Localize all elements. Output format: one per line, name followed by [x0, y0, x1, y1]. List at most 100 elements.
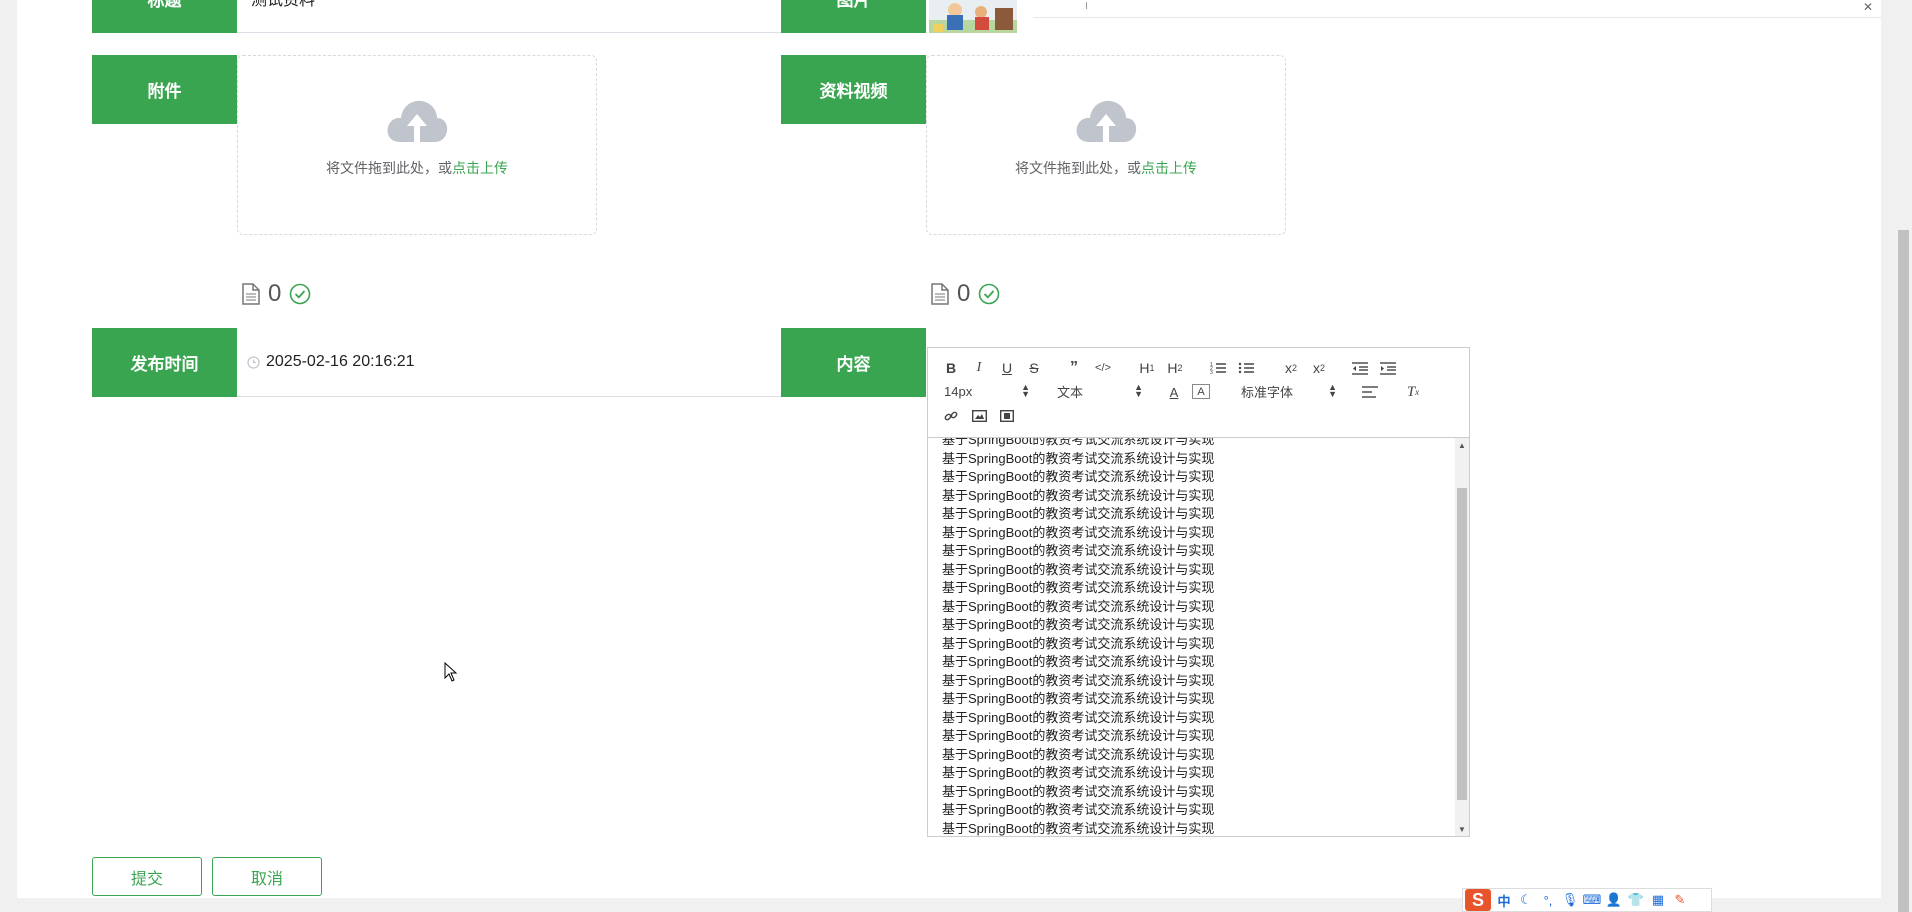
rich-text-editor[interactable]: B I U S ” </> H1 H2 123 x2 x2 14px ▲ ▼ 文本… — [927, 347, 1470, 837]
editor-line: 基于SpringBoot的教资考试交流系统设计与实现 — [942, 617, 1215, 632]
bold-button[interactable]: B — [942, 358, 960, 378]
publish-time-value: 2025-02-16 20:16:21 — [266, 353, 415, 370]
clear-format-button[interactable]: Tx — [1403, 382, 1423, 402]
header2-button[interactable]: H2 — [1164, 358, 1186, 378]
editor-line: 基于SpringBoot的教资考试交流系统设计与实现 — [942, 561, 1215, 577]
upload-cloud-icon — [387, 100, 448, 142]
editor-line: 基于SpringBoot的教资考试交流系统设计与实现 — [942, 438, 1215, 447]
editor-toolbar: B I U S ” </> H1 H2 123 x2 x2 14px ▲ ▼ 文本… — [928, 348, 1469, 438]
check-circle-icon — [290, 283, 311, 305]
editor-scrollbar[interactable]: ▲ ▼ — [1455, 438, 1469, 836]
font-size-select[interactable]: 14px ▲ ▼ — [944, 382, 1030, 400]
page-scrollbar[interactable] — [1895, 0, 1912, 912]
editor-line: 基于SpringBoot的教资考试交流系统设计与实现 — [942, 635, 1215, 651]
title-label: 标题 — [92, 0, 237, 33]
select-arrows-icon: ▲ ▼ — [1021, 382, 1030, 399]
submit-button[interactable]: 提交 — [92, 857, 202, 896]
code-block-button[interactable]: </> — [1093, 358, 1113, 378]
attachment-file-count: 0 — [242, 280, 311, 308]
select-arrows-icon: ▲ ▼ — [1134, 382, 1143, 399]
upload-hint: 将文件拖到此处，或 — [326, 160, 452, 176]
ordered-list-icon: 123 — [1210, 362, 1226, 375]
background-color-button[interactable]: A — [1192, 384, 1210, 399]
editor-line: 基于SpringBoot的教资考试交流系统设计与实现 — [942, 802, 1215, 817]
editor-line: 基于SpringBoot的教资考试交流系统设计与实现 — [942, 746, 1215, 762]
superscript-button[interactable]: x2 — [1308, 358, 1330, 378]
align-left-icon — [1362, 386, 1378, 398]
editor-line: 基于SpringBoot的教资考试交流系统设计与实现 — [942, 654, 1215, 669]
indent-button[interactable] — [1378, 358, 1398, 378]
video-upload-text: 将文件拖到此处，或点击上传 — [1015, 158, 1197, 178]
video-icon — [1000, 410, 1014, 422]
ime-mode-chinese[interactable]: 中 — [1495, 891, 1513, 910]
link-icon — [944, 411, 958, 421]
outdent-icon — [1352, 361, 1368, 375]
subscript-button[interactable]: x2 — [1280, 358, 1302, 378]
italic-button[interactable]: I — [970, 358, 988, 378]
title-input[interactable]: 测试资料 — [237, 0, 783, 33]
tools-icon[interactable]: ✎ — [1671, 892, 1689, 908]
content-label: 内容 — [781, 328, 926, 397]
font-family-select[interactable]: 标准字体 ▲ ▼ — [1241, 382, 1337, 400]
editor-line: 基于SpringBoot的教资考试交流系统设计与实现 — [942, 524, 1215, 540]
image-field-border — [1033, 17, 1881, 18]
header1-button[interactable]: H1 — [1136, 358, 1158, 378]
upload-cloud-icon — [1076, 100, 1137, 142]
image-close-icon[interactable]: ✕ — [1863, 0, 1873, 14]
paragraph-value: 文本 — [1057, 384, 1084, 400]
attachment-label: 附件 — [92, 55, 237, 124]
keyboard-icon[interactable]: ⌨ — [1583, 892, 1602, 908]
align-button[interactable] — [1360, 382, 1380, 402]
font-size-value: 14px — [944, 383, 973, 399]
ordered-list-button[interactable]: 123 — [1208, 358, 1228, 378]
editor-line: 基于SpringBoot的教资考试交流系统设计与实现 — [942, 783, 1215, 799]
outdent-button[interactable] — [1350, 358, 1370, 378]
font-color-button[interactable]: A — [1165, 382, 1183, 402]
scroll-up-icon[interactable]: ▲ — [1455, 438, 1469, 452]
publish-time-label: 发布时间 — [92, 328, 237, 397]
grid-icon[interactable]: ▦ — [1649, 892, 1667, 908]
strike-button[interactable]: S — [1025, 358, 1043, 378]
image-divider — [1086, 2, 1087, 9]
editor-line: 基于SpringBoot的教资考试交流系统设计与实现 — [942, 728, 1215, 743]
mouse-pointer-icon — [444, 662, 457, 682]
editor-line: 基于SpringBoot的教资考试交流系统设计与实现 — [942, 709, 1215, 725]
upload-hint: 将文件拖到此处，或 — [1015, 160, 1141, 176]
video-button[interactable] — [998, 406, 1016, 426]
skin-icon[interactable]: 👕 — [1627, 892, 1645, 908]
image-button[interactable] — [970, 406, 988, 426]
page-scroll-thumb[interactable] — [1898, 230, 1909, 912]
publish-time-input[interactable]: 2025-02-16 20:16:21 — [237, 328, 783, 397]
link-button[interactable] — [942, 406, 960, 426]
video-upload-area[interactable]: 将文件拖到此处，或点击上传 — [926, 55, 1286, 235]
editor-line: 基于SpringBoot的教资考试交流系统设计与实现 — [942, 765, 1215, 780]
blockquote-button[interactable]: ” — [1065, 358, 1083, 378]
scroll-down-icon[interactable]: ▼ — [1455, 822, 1469, 836]
sogou-logo-icon[interactable]: S — [1465, 889, 1491, 911]
moon-icon[interactable]: ☾ — [1517, 892, 1535, 908]
bullet-list-button[interactable] — [1236, 358, 1256, 378]
editor-line: 基于SpringBoot的教资考试交流系统设计与实现 — [942, 450, 1215, 466]
check-circle-icon — [979, 283, 1000, 305]
user-icon[interactable]: 👤 — [1605, 892, 1623, 908]
attachment-upload-area[interactable]: 将文件拖到此处，或点击上传 — [237, 55, 597, 235]
image-thumbnail[interactable] — [929, 0, 1017, 33]
paragraph-select[interactable]: 文本 ▲ ▼ — [1057, 382, 1143, 400]
underline-button[interactable]: U — [998, 358, 1016, 378]
video-count-value: 0 — [957, 280, 971, 307]
document-icon — [242, 283, 260, 305]
editor-line: 基于SpringBoot的教资考试交流系统设计与实现 — [942, 598, 1215, 614]
video-label: 资料视频 — [781, 55, 926, 124]
svg-text:3: 3 — [1210, 370, 1213, 375]
editor-content[interactable]: 基于SpringBoot的教资考试交流系统设计与实现 基于SpringBoot的教… — [928, 438, 1456, 836]
editor-line: 基于SpringBoot的教资考试交流系统设计与实现 — [942, 543, 1215, 558]
punctuation-icon[interactable]: °, — [1539, 893, 1557, 908]
ime-toolbar[interactable]: S 中 ☾ °, 🎙 ⌨ 👤 👕 ▦ ✎ — [1462, 888, 1712, 912]
microphone-icon[interactable]: 🎙 — [1561, 892, 1579, 908]
cancel-button[interactable]: 取消 — [212, 857, 322, 896]
attachment-upload-link[interactable]: 点击上传 — [452, 160, 508, 176]
editor-lines: 基于SpringBoot的教资考试交流系统设计与实现 基于SpringBoot的教… — [942, 438, 1442, 836]
editor-line: 基于SpringBoot的教资考试交流系统设计与实现 — [942, 469, 1215, 484]
editor-scroll-thumb[interactable] — [1457, 488, 1467, 800]
video-upload-link[interactable]: 点击上传 — [1141, 160, 1197, 176]
